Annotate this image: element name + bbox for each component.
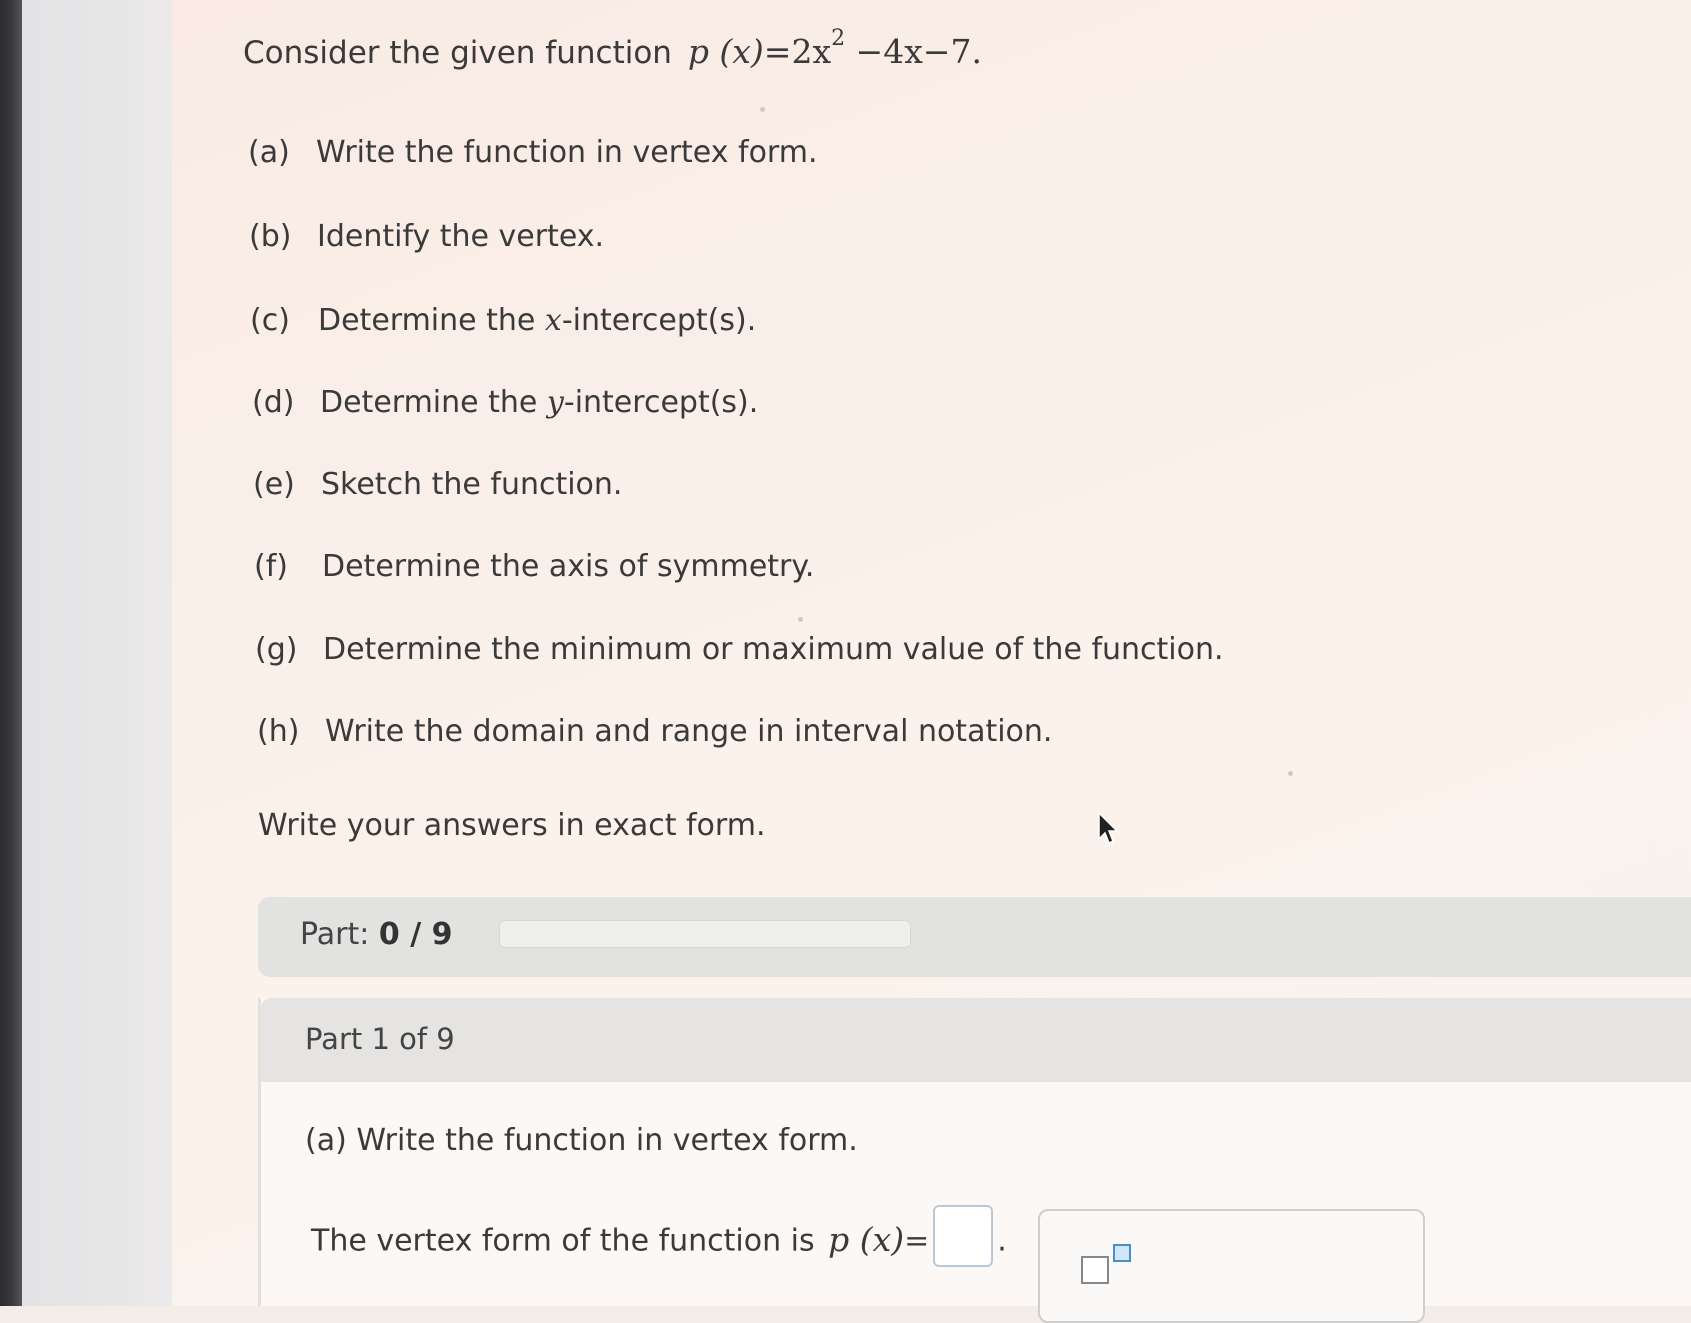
answer-row: The vertex form of the function is p (x)… bbox=[311, 1205, 1007, 1273]
part-text-tail: -intercept(s). bbox=[563, 385, 759, 420]
part-text: Write the function in vertex form. bbox=[316, 135, 818, 170]
part-text: Determine the bbox=[320, 385, 547, 420]
function-eq: =2x bbox=[763, 32, 832, 71]
problem-part-b: (b) Identify the vertex. bbox=[249, 219, 604, 254]
problem-part-g: (g) Determine the minimum or maximum valu… bbox=[255, 632, 1224, 667]
answer-function: p (x) bbox=[828, 1219, 905, 1259]
part-label: (e) bbox=[253, 467, 295, 502]
screen-speck bbox=[760, 107, 765, 112]
part-label: (b) bbox=[249, 219, 292, 254]
superscript-template-icon[interactable] bbox=[1078, 1241, 1138, 1291]
part-header-title: Part 1 of 9 bbox=[305, 1022, 455, 1056]
answer-equals: = bbox=[904, 1223, 930, 1259]
function-expression: p (x)=2x2 −4x−7. bbox=[687, 26, 982, 71]
answer-suffix: . bbox=[997, 1223, 1007, 1259]
current-part-card: Part 1 of 9 (a) Write the function in ve… bbox=[258, 998, 1691, 1323]
function-exponent: 2 bbox=[831, 26, 846, 51]
part-text: Write the domain and range in interval n… bbox=[325, 714, 1053, 749]
answer-prefix: The vertex form of the function is bbox=[311, 1223, 815, 1259]
progress-label: Part: 0 / 9 bbox=[300, 917, 452, 952]
variable-y: y bbox=[546, 385, 564, 420]
monitor-bezel bbox=[0, 0, 22, 1306]
instruction-text: Write your answers in exact form. bbox=[258, 808, 766, 843]
part-text: Sketch the function. bbox=[321, 467, 623, 502]
part-label: (a) bbox=[248, 135, 290, 170]
intro-text: Consider the given function bbox=[243, 35, 672, 71]
problem-intro: Consider the given function p (x)=2x2 −4… bbox=[243, 26, 982, 71]
part-header: Part 1 of 9 bbox=[261, 998, 1691, 1082]
problem-part-h: (h) Write the domain and range in interva… bbox=[257, 714, 1052, 749]
part-label: (c) bbox=[250, 303, 290, 338]
part-text: Identify the vertex. bbox=[317, 219, 605, 254]
vertex-form-answer-input[interactable] bbox=[933, 1205, 994, 1267]
problem-part-c: (c) Determine the x-intercept(s). bbox=[250, 303, 756, 338]
function-tail: −4x−7. bbox=[845, 32, 982, 71]
part-label: (g) bbox=[255, 632, 298, 667]
part-label: (h) bbox=[257, 714, 300, 749]
mouse-cursor-icon bbox=[1098, 811, 1119, 845]
problem-part-a: (a) Write the function in vertex form. bbox=[248, 135, 818, 170]
screen-speck bbox=[1288, 771, 1293, 776]
progress-score: 0 / 9 bbox=[378, 917, 453, 952]
progress-prefix: Part: bbox=[300, 917, 370, 952]
part-text: Determine the bbox=[318, 303, 545, 338]
problem-part-e: (e) Sketch the function. bbox=[253, 467, 622, 502]
variable-x: x bbox=[544, 303, 562, 338]
problem-part-f: (f) Determine the axis of symmetry. bbox=[254, 549, 814, 584]
part-text: Determine the axis of symmetry. bbox=[322, 549, 815, 584]
problem-part-d: (d) Determine the y-intercept(s). bbox=[252, 385, 758, 420]
part-question: (a) Write the function in vertex form. bbox=[305, 1123, 858, 1158]
progress-track bbox=[499, 920, 911, 948]
part-text-tail: -intercept(s). bbox=[561, 303, 757, 338]
part-label: (f) bbox=[254, 549, 288, 584]
part-text: Determine the minimum or maximum value o… bbox=[323, 632, 1224, 667]
function-lhs: p (x) bbox=[687, 32, 764, 71]
part-label: (d) bbox=[252, 385, 295, 420]
left-sidebar bbox=[22, 0, 173, 1306]
part-progress-bar: Part: 0 / 9 bbox=[258, 897, 1691, 977]
screen-speck bbox=[798, 617, 803, 622]
